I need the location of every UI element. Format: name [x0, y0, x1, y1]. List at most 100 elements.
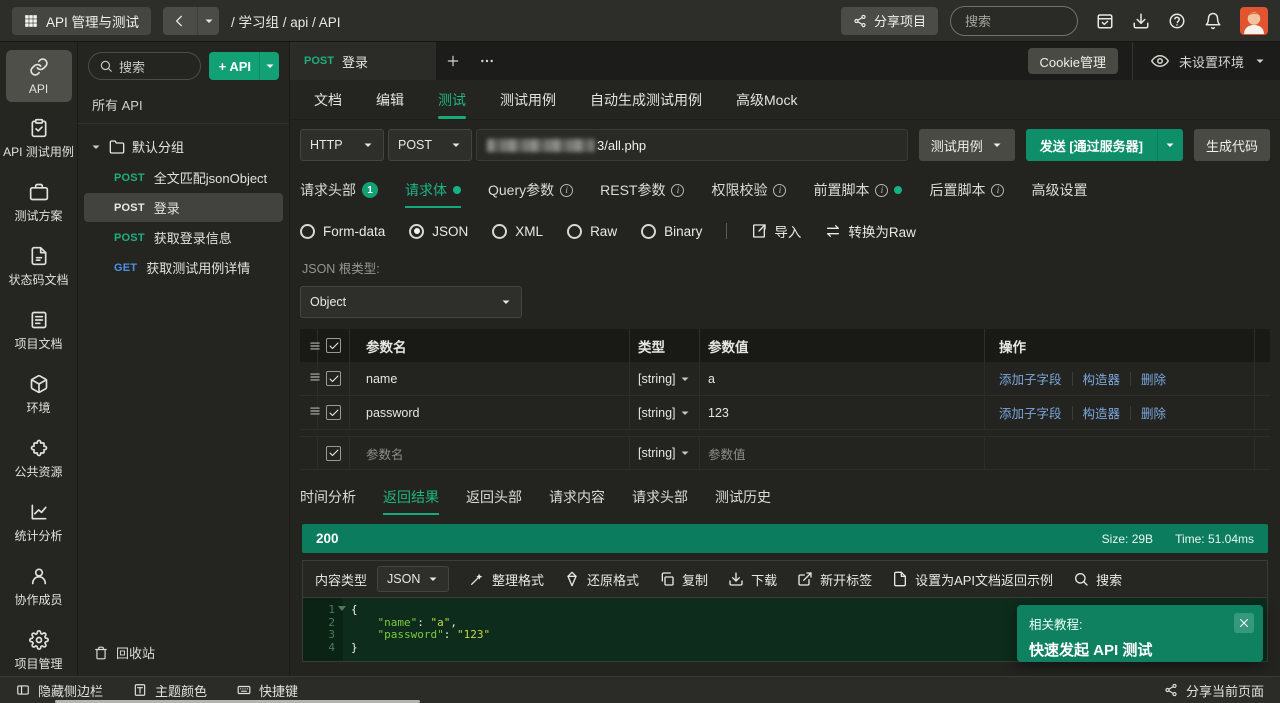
add-api-button[interactable]: + API [209, 52, 279, 80]
api-list-item[interactable]: POST全文匹配jsonObject [84, 163, 283, 192]
action-link-builder[interactable]: 构造器 [1083, 369, 1121, 388]
recycle-bin-button[interactable]: 回收站 [78, 631, 289, 676]
response-tab-时间分析[interactable]: 时间分析 [300, 487, 356, 515]
cookie-manage-button[interactable]: Cookie管理 [1028, 48, 1118, 74]
app-menu-button[interactable]: API 管理与测试 [12, 7, 151, 35]
response-tab-返回头部[interactable]: 返回头部 [466, 487, 522, 515]
param-value-cell[interactable]: a [700, 362, 985, 395]
api-group-row[interactable]: 默认分组 [78, 130, 289, 163]
param-name-cell[interactable]: 参数名 [350, 437, 630, 469]
response-tab-返回结果[interactable]: 返回结果 [383, 487, 439, 515]
all-api-link[interactable]: 所有 API [78, 88, 289, 123]
toolbar-button-搜索[interactable]: 搜索 [1073, 570, 1122, 589]
request-tab-权限校验[interactable]: 权限校验i [711, 180, 786, 208]
help-button[interactable] [1162, 6, 1192, 36]
environment-selector[interactable]: 未设置环境 [1132, 42, 1280, 80]
url-input[interactable]: 3/all.php [476, 129, 908, 161]
bell-button[interactable] [1198, 6, 1228, 36]
toolbar-button-新开标签[interactable]: 新开标签 [797, 570, 872, 589]
page-tab-文档[interactable]: 文档 [314, 80, 342, 119]
request-tab-后置脚本[interactable]: 后置脚本i [929, 180, 1004, 208]
sidebar-item-协作成员[interactable]: 协作成员 [6, 559, 72, 614]
new-tab-button[interactable] [436, 42, 470, 80]
json-root-type-select[interactable]: Object [300, 286, 522, 318]
toolbar-button-设置为API文档返回示例[interactable]: 设置为API文档返回示例 [892, 570, 1053, 589]
param-type-select[interactable]: [string] [630, 437, 700, 469]
content-type-select[interactable]: JSON [377, 566, 449, 592]
param-type-select[interactable]: [string] [630, 396, 700, 429]
sidebar-item-公共资源[interactable]: 公共资源 [6, 431, 72, 486]
share-project-button[interactable]: 分享项目 [841, 7, 938, 35]
convert-to-raw-button[interactable]: 转换为Raw [825, 221, 916, 241]
bottombar-隐藏侧边栏[interactable]: 隐藏侧边栏 [16, 681, 103, 700]
param-name-cell[interactable]: password [350, 396, 630, 429]
checkbox[interactable] [326, 371, 341, 386]
body-type-radio-xml[interactable]: XML [492, 224, 543, 239]
body-type-radio-json[interactable]: JSON [409, 224, 468, 239]
add-api-dropdown[interactable] [259, 52, 279, 80]
checkbox[interactable] [326, 405, 341, 420]
request-tab-请求体[interactable]: 请求体 [405, 180, 461, 208]
page-tab-自动生成测试用例[interactable]: 自动生成测试用例 [590, 80, 702, 119]
open-api-tab[interactable]: POST 登录 [290, 42, 436, 80]
calendar-check-button[interactable] [1090, 6, 1120, 36]
toolbar-button-复制[interactable]: 复制 [659, 570, 708, 589]
back-button[interactable] [163, 7, 197, 35]
checkbox[interactable] [326, 446, 341, 461]
page-tab-高级Mock[interactable]: 高级Mock [736, 80, 797, 119]
test-case-button[interactable]: 测试用例 [919, 129, 1015, 161]
bottombar-快捷键[interactable]: 快捷键 [237, 681, 298, 700]
protocol-select[interactable]: HTTP [300, 129, 384, 161]
response-tab-测试历史[interactable]: 测试历史 [715, 487, 771, 515]
body-type-radio-form-data[interactable]: Form-data [300, 224, 385, 239]
generate-code-button[interactable]: 生成代码 [1194, 129, 1270, 161]
sidebar-item-环境[interactable]: 环境 [6, 367, 72, 422]
checkbox[interactable] [326, 338, 341, 353]
fold-caret-icon[interactable] [338, 606, 346, 611]
toast-message[interactable]: 快速发起 API 测试 [1029, 639, 1251, 660]
request-tab-高级设置[interactable]: 高级设置 [1031, 180, 1087, 208]
response-tab-请求内容[interactable]: 请求内容 [549, 487, 605, 515]
sidebar-item-测试方案[interactable]: 测试方案 [6, 175, 72, 230]
sidebar-item-项目管理[interactable]: 项目管理 [6, 623, 72, 678]
request-tab-Query参数[interactable]: Query参数i [488, 180, 573, 208]
share-page-button[interactable]: 分享当前页面 [1164, 681, 1264, 700]
sidebar-item-统计分析[interactable]: 统计分析 [6, 495, 72, 550]
body-type-radio-raw[interactable]: Raw [567, 224, 617, 239]
import-button[interactable]: 导入 [751, 221, 801, 241]
method-select[interactable]: POST [388, 129, 472, 161]
param-name-cell[interactable]: name [350, 362, 630, 395]
api-list-item[interactable]: POST获取登录信息 [84, 223, 283, 252]
api-search-input[interactable]: 搜索 [88, 52, 201, 80]
breadcrumb[interactable]: / 学习组 / api / API [231, 11, 341, 31]
response-tab-请求头部[interactable]: 请求头部 [632, 487, 688, 515]
page-tab-测试用例[interactable]: 测试用例 [500, 80, 556, 119]
send-button[interactable]: 发送 [通过服务器] [1026, 129, 1183, 161]
page-tab-测试[interactable]: 测试 [438, 80, 466, 119]
send-dropdown[interactable] [1157, 129, 1183, 161]
request-tab-REST参数[interactable]: REST参数i [600, 180, 684, 208]
sidebar-item-api[interactable]: API [6, 50, 72, 102]
param-value-cell[interactable]: 123 [700, 396, 985, 429]
api-list-item[interactable]: GET获取测试用例详情 [84, 253, 283, 282]
toolbar-button-下载[interactable]: 下载 [728, 570, 777, 589]
body-type-radio-binary[interactable]: Binary [641, 224, 702, 239]
param-value-cell[interactable]: 参数值 [700, 437, 985, 469]
toolbar-button-整理格式[interactable]: 整理格式 [469, 570, 544, 589]
request-tab-请求头部[interactable]: 请求头部1 [300, 180, 378, 208]
toast-close-button[interactable] [1234, 613, 1254, 633]
download-button[interactable] [1126, 6, 1156, 36]
tab-more-button[interactable] [470, 42, 504, 80]
back-history-dropdown[interactable] [197, 7, 219, 35]
sidebar-item-状态码文档[interactable]: 状态码文档 [6, 239, 72, 294]
toolbar-button-还原格式[interactable]: 还原格式 [564, 570, 639, 589]
avatar[interactable] [1240, 7, 1268, 35]
action-link-builder[interactable]: 构造器 [1083, 403, 1121, 422]
sidebar-item-api-测试用例[interactable]: API 测试用例 [6, 111, 72, 166]
action-link-delete[interactable]: 删除 [1141, 369, 1166, 388]
request-tab-前置脚本[interactable]: 前置脚本i [813, 180, 902, 208]
action-link-add-child[interactable]: 添加子字段 [999, 403, 1062, 422]
bottombar-主题颜色[interactable]: 主题颜色 [133, 681, 207, 700]
action-link-add-child[interactable]: 添加子字段 [999, 369, 1062, 388]
page-tab-编辑[interactable]: 编辑 [376, 80, 404, 119]
